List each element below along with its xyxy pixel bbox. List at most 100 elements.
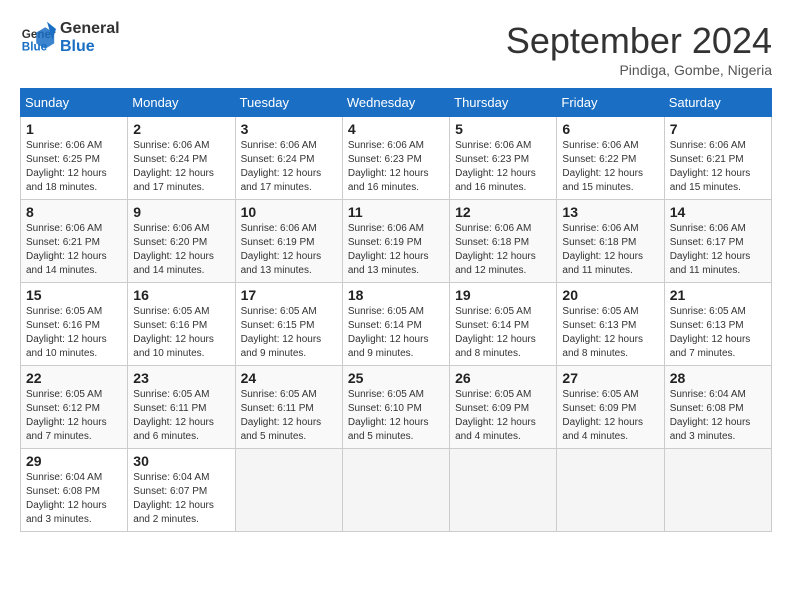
day-header-tuesday: Tuesday [235, 89, 342, 117]
calendar-cell [235, 449, 342, 532]
day-info: Sunrise: 6:04 AM Sunset: 6:08 PM Dayligh… [26, 471, 122, 527]
day-info: Sunrise: 6:06 AM Sunset: 6:20 PM Dayligh… [133, 222, 229, 278]
day-number: 20 [562, 287, 658, 303]
day-info: Sunrise: 6:05 AM Sunset: 6:14 PM Dayligh… [455, 305, 551, 361]
day-info: Sunrise: 6:05 AM Sunset: 6:16 PM Dayligh… [26, 305, 122, 361]
calendar-cell: 29Sunrise: 6:04 AM Sunset: 6:08 PM Dayli… [21, 449, 128, 532]
calendar-cell: 17 Sunrise: 6:05 AM Sunset: 6:15 PM Dayli… [235, 283, 342, 366]
day-info: Sunrise: 6:06 AM Sunset: 6:18 PM Dayligh… [562, 222, 658, 278]
day-number: 3 [241, 121, 337, 137]
day-info: Sunrise: 6:05 AM Sunset: 6:14 PM Dayligh… [348, 305, 444, 361]
day-number: 9 [133, 204, 229, 220]
day-number: 27 [562, 370, 658, 386]
day-number: 10 [241, 204, 337, 220]
day-info: Sunrise: 6:05 AM Sunset: 6:11 PM Dayligh… [241, 388, 337, 444]
calendar-cell: 20 Sunrise: 6:05 AM Sunset: 6:13 PM Dayli… [557, 283, 664, 366]
day-info: Sunrise: 6:04 AM Sunset: 6:07 PM Dayligh… [133, 471, 229, 527]
day-number: 26 [455, 370, 551, 386]
day-number: 14 [670, 204, 766, 220]
day-number: 1 [26, 121, 122, 137]
month-title: September 2024 [506, 20, 772, 62]
day-info: Sunrise: 6:06 AM Sunset: 6:25 PM Dayligh… [26, 139, 122, 195]
calendar-cell: 19 Sunrise: 6:05 AM Sunset: 6:14 PM Dayli… [450, 283, 557, 366]
logo-icon: General Blue [20, 20, 56, 56]
calendar-cell [664, 449, 771, 532]
calendar-cell: 16Sunrise: 6:05 AM Sunset: 6:16 PM Dayli… [128, 283, 235, 366]
day-header-sunday: Sunday [21, 89, 128, 117]
calendar-table: SundayMondayTuesdayWednesdayThursdayFrid… [20, 88, 772, 532]
calendar-cell: 2 Sunrise: 6:06 AM Sunset: 6:24 PM Daylig… [128, 117, 235, 200]
calendar-cell: 27 Sunrise: 6:05 AM Sunset: 6:09 PM Dayli… [557, 366, 664, 449]
day-number: 23 [133, 370, 229, 386]
calendar-cell: 25Sunrise: 6:05 AM Sunset: 6:10 PM Dayli… [342, 366, 449, 449]
day-number: 17 [241, 287, 337, 303]
day-info: Sunrise: 6:05 AM Sunset: 6:10 PM Dayligh… [348, 388, 444, 444]
day-number: 24 [241, 370, 337, 386]
day-number: 21 [670, 287, 766, 303]
day-number: 19 [455, 287, 551, 303]
day-info: Sunrise: 6:05 AM Sunset: 6:09 PM Dayligh… [562, 388, 658, 444]
day-number: 22 [26, 370, 122, 386]
day-info: Sunrise: 6:04 AM Sunset: 6:08 PM Dayligh… [670, 388, 766, 444]
day-info: Sunrise: 6:05 AM Sunset: 6:09 PM Dayligh… [455, 388, 551, 444]
day-number: 13 [562, 204, 658, 220]
calendar-cell: 1 Sunrise: 6:06 AM Sunset: 6:25 PM Daylig… [21, 117, 128, 200]
day-number: 7 [670, 121, 766, 137]
day-info: Sunrise: 6:06 AM Sunset: 6:18 PM Dayligh… [455, 222, 551, 278]
day-info: Sunrise: 6:06 AM Sunset: 6:21 PM Dayligh… [26, 222, 122, 278]
calendar-cell: 11 Sunrise: 6:06 AM Sunset: 6:19 PM Dayli… [342, 200, 449, 283]
calendar-cell: 26 Sunrise: 6:05 AM Sunset: 6:09 PM Dayli… [450, 366, 557, 449]
calendar-cell: 30Sunrise: 6:04 AM Sunset: 6:07 PM Dayli… [128, 449, 235, 532]
day-info: Sunrise: 6:06 AM Sunset: 6:21 PM Dayligh… [670, 139, 766, 195]
calendar-week-row: 15 Sunrise: 6:05 AM Sunset: 6:16 PM Dayli… [21, 283, 772, 366]
calendar-cell: 23Sunrise: 6:05 AM Sunset: 6:11 PM Dayli… [128, 366, 235, 449]
calendar-cell: 24 Sunrise: 6:05 AM Sunset: 6:11 PM Dayli… [235, 366, 342, 449]
day-number: 2 [133, 121, 229, 137]
day-number: 8 [26, 204, 122, 220]
calendar-cell [450, 449, 557, 532]
day-info: Sunrise: 6:06 AM Sunset: 6:19 PM Dayligh… [348, 222, 444, 278]
calendar-cell: 8 Sunrise: 6:06 AM Sunset: 6:21 PM Daylig… [21, 200, 128, 283]
day-number: 6 [562, 121, 658, 137]
calendar-header-row: SundayMondayTuesdayWednesdayThursdayFrid… [21, 89, 772, 117]
day-number: 15 [26, 287, 122, 303]
day-info: Sunrise: 6:05 AM Sunset: 6:12 PM Dayligh… [26, 388, 122, 444]
day-info: Sunrise: 6:05 AM Sunset: 6:13 PM Dayligh… [670, 305, 766, 361]
calendar-cell: 6 Sunrise: 6:06 AM Sunset: 6:22 PM Daylig… [557, 117, 664, 200]
logo-line2: Blue [60, 38, 120, 56]
calendar-week-row: 22 Sunrise: 6:05 AM Sunset: 6:12 PM Dayli… [21, 366, 772, 449]
calendar-cell: 15 Sunrise: 6:05 AM Sunset: 6:16 PM Dayli… [21, 283, 128, 366]
day-info: Sunrise: 6:06 AM Sunset: 6:19 PM Dayligh… [241, 222, 337, 278]
day-number: 11 [348, 204, 444, 220]
day-info: Sunrise: 6:05 AM Sunset: 6:13 PM Dayligh… [562, 305, 658, 361]
day-number: 4 [348, 121, 444, 137]
calendar-cell: 28 Sunrise: 6:04 AM Sunset: 6:08 PM Dayli… [664, 366, 771, 449]
calendar-cell: 5Sunrise: 6:06 AM Sunset: 6:23 PM Daylig… [450, 117, 557, 200]
day-number: 12 [455, 204, 551, 220]
calendar-week-row: 1 Sunrise: 6:06 AM Sunset: 6:25 PM Daylig… [21, 117, 772, 200]
day-header-wednesday: Wednesday [342, 89, 449, 117]
calendar-week-row: 8 Sunrise: 6:06 AM Sunset: 6:21 PM Daylig… [21, 200, 772, 283]
page-header: General Blue General Blue September 2024… [20, 20, 772, 78]
calendar-cell: 21 Sunrise: 6:05 AM Sunset: 6:13 PM Dayli… [664, 283, 771, 366]
calendar-cell [342, 449, 449, 532]
day-info: Sunrise: 6:06 AM Sunset: 6:23 PM Dayligh… [348, 139, 444, 195]
day-info: Sunrise: 6:06 AM Sunset: 6:23 PM Dayligh… [455, 139, 551, 195]
calendar-cell: 22 Sunrise: 6:05 AM Sunset: 6:12 PM Dayli… [21, 366, 128, 449]
day-info: Sunrise: 6:06 AM Sunset: 6:22 PM Dayligh… [562, 139, 658, 195]
day-number: 28 [670, 370, 766, 386]
day-header-friday: Friday [557, 89, 664, 117]
calendar-cell: 9 Sunrise: 6:06 AM Sunset: 6:20 PM Daylig… [128, 200, 235, 283]
day-header-thursday: Thursday [450, 89, 557, 117]
day-header-monday: Monday [128, 89, 235, 117]
day-info: Sunrise: 6:05 AM Sunset: 6:16 PM Dayligh… [133, 305, 229, 361]
title-block: September 2024 Pindiga, Gombe, Nigeria [506, 20, 772, 78]
calendar-cell: 4 Sunrise: 6:06 AM Sunset: 6:23 PM Daylig… [342, 117, 449, 200]
day-info: Sunrise: 6:06 AM Sunset: 6:17 PM Dayligh… [670, 222, 766, 278]
day-info: Sunrise: 6:05 AM Sunset: 6:15 PM Dayligh… [241, 305, 337, 361]
location-subtitle: Pindiga, Gombe, Nigeria [506, 62, 772, 78]
logo: General Blue General Blue [20, 20, 120, 56]
day-header-saturday: Saturday [664, 89, 771, 117]
calendar-cell: 12 Sunrise: 6:06 AM Sunset: 6:18 PM Dayli… [450, 200, 557, 283]
day-info: Sunrise: 6:06 AM Sunset: 6:24 PM Dayligh… [133, 139, 229, 195]
